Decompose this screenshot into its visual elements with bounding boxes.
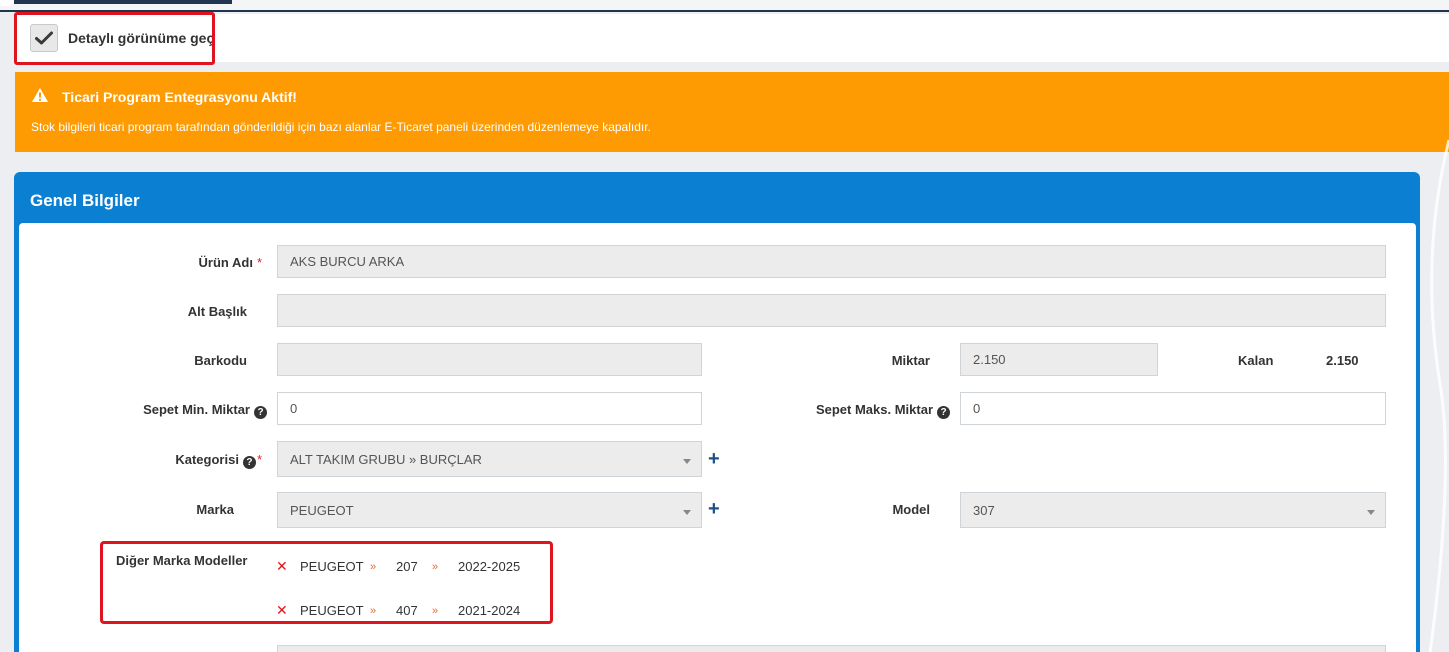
barcode-input[interactable]	[277, 343, 702, 376]
help-icon[interactable]: ?	[254, 406, 267, 419]
barcode-label: Barkodu	[194, 353, 247, 368]
chevron-down-icon	[683, 510, 691, 515]
cart-max-input[interactable]: 0	[960, 392, 1386, 425]
product-name-label: Ürün Adı *	[150, 255, 262, 270]
remaining-value: 2.150	[1326, 353, 1359, 368]
other-years: 2022-2025	[458, 559, 521, 574]
brand-select[interactable]: PEUGEOT	[277, 492, 702, 528]
model-value: 307	[973, 502, 995, 518]
cart-min-value: 0	[290, 401, 298, 416]
required-marker: *	[256, 255, 262, 270]
active-tab-indicator	[14, 0, 232, 4]
required-marker: *	[256, 452, 262, 467]
cart-max-value: 0	[973, 401, 981, 416]
separator: »	[370, 604, 377, 617]
model-label: Model	[892, 502, 930, 517]
list-item: ✕ PEUGEOT » 407 » 2021-2024	[276, 602, 520, 619]
separator: »	[432, 560, 439, 573]
subtitle-input[interactable]	[277, 294, 1386, 327]
quantity-input[interactable]: 2.150	[960, 343, 1158, 376]
other-years: 2021-2024	[458, 603, 521, 618]
cart-min-input[interactable]: 0	[277, 392, 702, 425]
remove-icon[interactable]: ✕	[276, 558, 300, 575]
alert-message: Stok bilgileri ticari program tarafından…	[31, 120, 651, 134]
tab-edge	[0, 0, 14, 6]
category-value: ALT TAKIM GRUBU » BURÇLAR	[290, 451, 482, 467]
separator: »	[370, 560, 377, 573]
product-name-label-text: Ürün Adı	[198, 255, 253, 270]
highlight-frame	[14, 12, 215, 65]
background-decoration	[1428, 139, 1449, 652]
integration-alert: Ticari Program Entegrasyonu Aktif! Stok …	[15, 72, 1449, 152]
cart-min-label-text: Sepet Min. Miktar	[143, 402, 250, 417]
detail-view-toggle-bar: Detaylı görünüme geç	[14, 14, 1449, 62]
other-brand: PEUGEOT	[300, 559, 364, 574]
model-select[interactable]: 307	[960, 492, 1386, 528]
top-tab-strip	[0, 0, 1449, 12]
list-item: ✕ PEUGEOT » 207 » 2022-2025	[276, 558, 520, 575]
help-icon[interactable]: ?	[242, 456, 256, 469]
alert-title: Ticari Program Entegrasyonu Aktif!	[62, 89, 297, 105]
remaining-label: Kalan	[1238, 353, 1274, 368]
category-label: Kategorisi? *	[150, 452, 262, 469]
other-brand: PEUGEOT	[300, 603, 364, 618]
cart-min-label: Sepet Min. Miktar?	[110, 402, 267, 419]
warning-icon	[32, 88, 48, 102]
category-label-text: Kategorisi	[175, 452, 239, 467]
other-model: 407	[396, 603, 418, 618]
product-name-input[interactable]: AKS BURCU ARKA	[277, 245, 1386, 278]
category-select[interactable]: ALT TAKIM GRUBU » BURÇLAR	[277, 441, 702, 477]
panel-title: Genel Bilgiler	[30, 191, 140, 210]
separator: »	[432, 604, 439, 617]
brand-label: Marka	[196, 502, 234, 517]
brand-value: PEUGEOT	[290, 502, 354, 518]
other-models-label: Diğer Marka Modeller	[116, 553, 248, 568]
quantity-value: 2.150	[973, 352, 1006, 367]
remove-icon[interactable]: ✕	[276, 602, 300, 619]
next-field-input[interactable]	[277, 645, 1386, 652]
chevron-down-icon	[683, 459, 691, 464]
subtitle-label: Alt Başlık	[187, 304, 247, 319]
quantity-label: Miktar	[891, 353, 930, 368]
other-model: 207	[396, 559, 418, 574]
add-brand-icon[interactable]: +	[708, 499, 720, 519]
product-name-value: AKS BURCU ARKA	[290, 254, 405, 269]
cart-max-label: Sepet Maks. Miktar?	[790, 402, 950, 419]
help-icon[interactable]: ?	[937, 406, 950, 419]
cart-max-label-text: Sepet Maks. Miktar	[815, 402, 933, 417]
chevron-down-icon	[1367, 510, 1375, 515]
add-category-icon[interactable]: +	[708, 449, 720, 469]
